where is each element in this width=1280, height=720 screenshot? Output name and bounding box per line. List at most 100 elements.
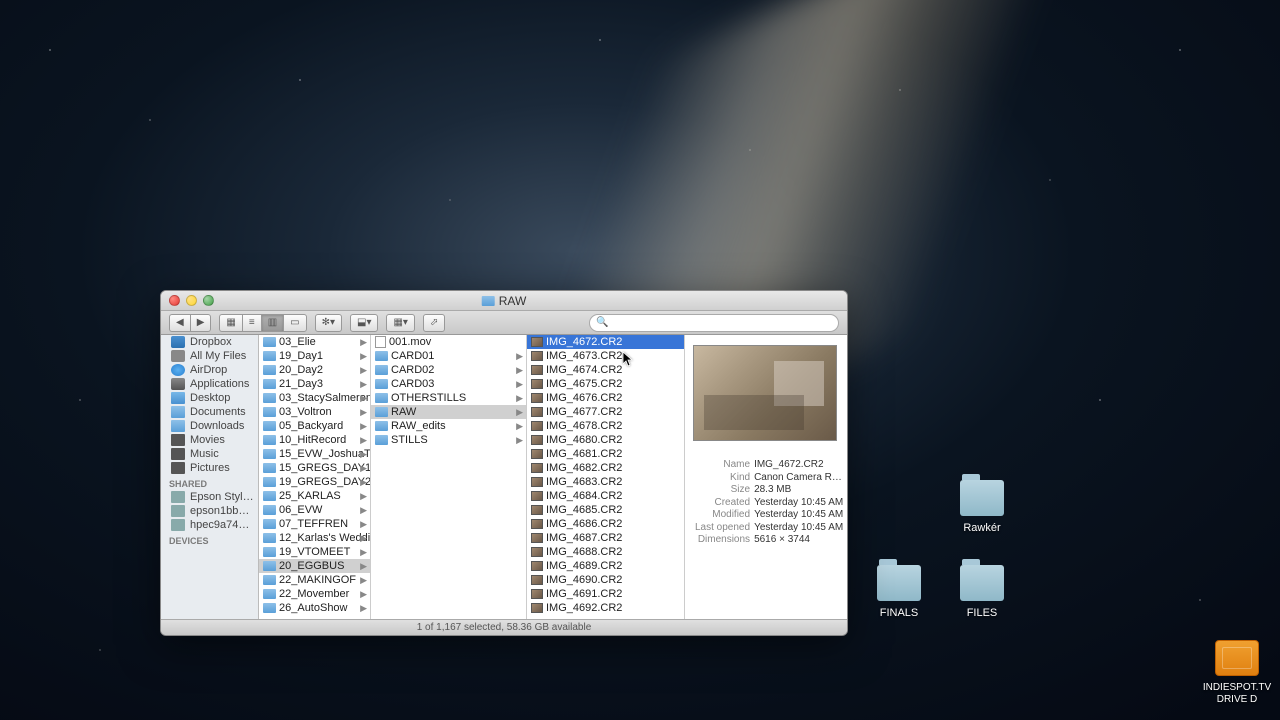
column-2[interactable]: 001.movCARD01▶CARD02▶CARD03▶OTHERSTILLS▶… — [371, 335, 527, 619]
sidebar-item[interactable]: Music — [161, 447, 258, 461]
desktop-folder-rawker[interactable]: Rawkér — [947, 480, 1017, 535]
search-field[interactable]: 🔍 — [589, 314, 839, 332]
column-3[interactable]: IMG_4672.CR2IMG_4673.CR2IMG_4674.CR2IMG_… — [527, 335, 685, 619]
close-button[interactable] — [169, 295, 180, 306]
column-item[interactable]: IMG_4680.CR2 — [527, 433, 684, 447]
column-item[interactable]: CARD03▶ — [371, 377, 526, 391]
column-item[interactable]: IMG_4675.CR2 — [527, 377, 684, 391]
column-item[interactable]: 07_TEFFREN▶ — [259, 517, 370, 531]
zoom-button[interactable] — [203, 295, 214, 306]
column-item[interactable]: 15_GREGS_DAY1▶ — [259, 461, 370, 475]
forward-button[interactable]: ▶ — [190, 314, 212, 332]
preview-thumbnail[interactable] — [693, 345, 837, 441]
column-item[interactable]: IMG_4692.CR2 — [527, 601, 684, 615]
sidebar-item[interactable]: Epson Styl… — [161, 490, 258, 504]
sidebar-item[interactable]: Dropbox — [161, 335, 258, 349]
item-label: IMG_4687.CR2 — [546, 532, 622, 544]
desktop-drive-indiespot[interactable]: INDIESPOT.TV DRIVE D — [1197, 640, 1277, 706]
column-item[interactable]: IMG_4691.CR2 — [527, 587, 684, 601]
sidebar-item[interactable]: Movies — [161, 433, 258, 447]
column-item[interactable]: OTHERSTILLS▶ — [371, 391, 526, 405]
arrange-menu-button[interactable]: ▦▾ — [386, 314, 414, 332]
item-label: IMG_4684.CR2 — [546, 490, 622, 502]
sidebar-item[interactable]: All My Files — [161, 349, 258, 363]
toolbar: ◀ ▶ ▦ ≡ ▥ ▭ ✻▾ ⬓▾ ▦▾ ⬀ 🔍 — [161, 311, 847, 335]
column-item[interactable]: IMG_4678.CR2 — [527, 419, 684, 433]
file-icon — [375, 336, 386, 348]
search-input[interactable] — [612, 317, 832, 329]
column-item[interactable]: CARD02▶ — [371, 363, 526, 377]
column-item[interactable]: 03_Voltron▶ — [259, 405, 370, 419]
view-column-button[interactable]: ▥ — [261, 314, 283, 332]
column-item[interactable]: 19_GREGS_DAY2▶ — [259, 475, 370, 489]
item-label: IMG_4681.CR2 — [546, 448, 622, 460]
view-list-button[interactable]: ≡ — [242, 314, 261, 332]
column-item[interactable]: IMG_4674.CR2 — [527, 363, 684, 377]
column-item[interactable]: 20_EGGBUS▶ — [259, 559, 370, 573]
column-item[interactable]: IMG_4687.CR2 — [527, 531, 684, 545]
column-item[interactable]: IMG_4681.CR2 — [527, 447, 684, 461]
sidebar-item[interactable]: Desktop — [161, 391, 258, 405]
column-item[interactable]: 25_KARLAS▶ — [259, 489, 370, 503]
column-item[interactable]: 19_Day1▶ — [259, 349, 370, 363]
raw-file-icon — [531, 351, 543, 361]
view-coverflow-button[interactable]: ▭ — [283, 314, 306, 332]
column-item[interactable]: 03_StacySalmeron▶ — [259, 391, 370, 405]
column-item[interactable]: 06_EVW▶ — [259, 503, 370, 517]
column-item[interactable]: 22_MAKINGOF▶ — [259, 573, 370, 587]
column-item[interactable]: 05_Backyard▶ — [259, 419, 370, 433]
column-item[interactable]: 001.mov — [371, 335, 526, 349]
column-item[interactable]: 22_Movember▶ — [259, 587, 370, 601]
view-icon-button[interactable]: ▦ — [219, 314, 241, 332]
column-item[interactable]: IMG_4688.CR2 — [527, 545, 684, 559]
column-item[interactable]: 26_AutoShow▶ — [259, 601, 370, 615]
column-item[interactable]: IMG_4689.CR2 — [527, 559, 684, 573]
column-item[interactable]: 15_EVW_JoshuaTree▶ — [259, 447, 370, 461]
column-item[interactable]: IMG_4676.CR2 — [527, 391, 684, 405]
sidebar-item[interactable]: hpec9a74… — [161, 518, 258, 532]
column-item[interactable]: IMG_4673.CR2 — [527, 349, 684, 363]
desktop-icon-label: INDIESPOT.TV DRIVE D — [1197, 682, 1277, 706]
sidebar-item[interactable]: Downloads — [161, 419, 258, 433]
column-item[interactable]: 12_Karlas's Wedding▶ — [259, 531, 370, 545]
desktop-folder-files[interactable]: FILES — [947, 565, 1017, 620]
sidebar-header-shared: Shared — [161, 475, 258, 490]
column-item[interactable]: CARD01▶ — [371, 349, 526, 363]
column-item[interactable]: IMG_4684.CR2 — [527, 489, 684, 503]
column-item[interactable]: IMG_4677.CR2 — [527, 405, 684, 419]
share-button[interactable]: ⬀ — [423, 314, 445, 332]
column-item[interactable]: IMG_4672.CR2 — [527, 335, 684, 349]
sidebar-item[interactable]: Documents — [161, 405, 258, 419]
sidebar[interactable]: DropboxAll My FilesAirDropApplicationsDe… — [161, 335, 259, 619]
column-item[interactable]: IMG_4685.CR2 — [527, 503, 684, 517]
column-item[interactable]: 21_Day3▶ — [259, 377, 370, 391]
sidebar-item[interactable]: AirDrop — [161, 363, 258, 377]
column-item[interactable]: 10_HitRecord▶ — [259, 433, 370, 447]
column-item[interactable]: STILLS▶ — [371, 433, 526, 447]
chevron-right-icon: ▶ — [516, 393, 523, 404]
preview-metadata: NameIMG_4672.CR2 KindCanon Camera Ra… Si… — [693, 459, 845, 547]
titlebar[interactable]: RAW — [161, 291, 847, 311]
column-item[interactable]: 19_VTOMEET▶ — [259, 545, 370, 559]
column-item[interactable]: RAW_edits▶ — [371, 419, 526, 433]
desktop-folder-finals[interactable]: FINALS — [864, 565, 934, 620]
back-button[interactable]: ◀ — [169, 314, 190, 332]
sidebar-item[interactable]: Applications — [161, 377, 258, 391]
raw-file-icon — [531, 575, 543, 585]
action-menu-button[interactable]: ✻▾ — [315, 314, 342, 332]
column-1[interactable]: 03_Elie▶19_Day1▶20_Day2▶21_Day3▶03_Stacy… — [259, 335, 371, 619]
column-item[interactable]: IMG_4683.CR2 — [527, 475, 684, 489]
minimize-button[interactable] — [186, 295, 197, 306]
column-item[interactable]: RAW▶ — [371, 405, 526, 419]
dropbox-icon — [171, 336, 185, 348]
column-item[interactable]: 03_Elie▶ — [259, 335, 370, 349]
column-item[interactable]: IMG_4690.CR2 — [527, 573, 684, 587]
sidebar-item[interactable]: epson1bb… — [161, 504, 258, 518]
sidebar-item[interactable]: Pictures — [161, 461, 258, 475]
item-label: RAW — [391, 406, 416, 418]
column-item[interactable]: 20_Day2▶ — [259, 363, 370, 377]
column-item[interactable]: IMG_4682.CR2 — [527, 461, 684, 475]
column-item[interactable]: IMG_4686.CR2 — [527, 517, 684, 531]
dropbox-menu-button[interactable]: ⬓▾ — [350, 314, 378, 332]
folder-icon — [263, 365, 276, 375]
